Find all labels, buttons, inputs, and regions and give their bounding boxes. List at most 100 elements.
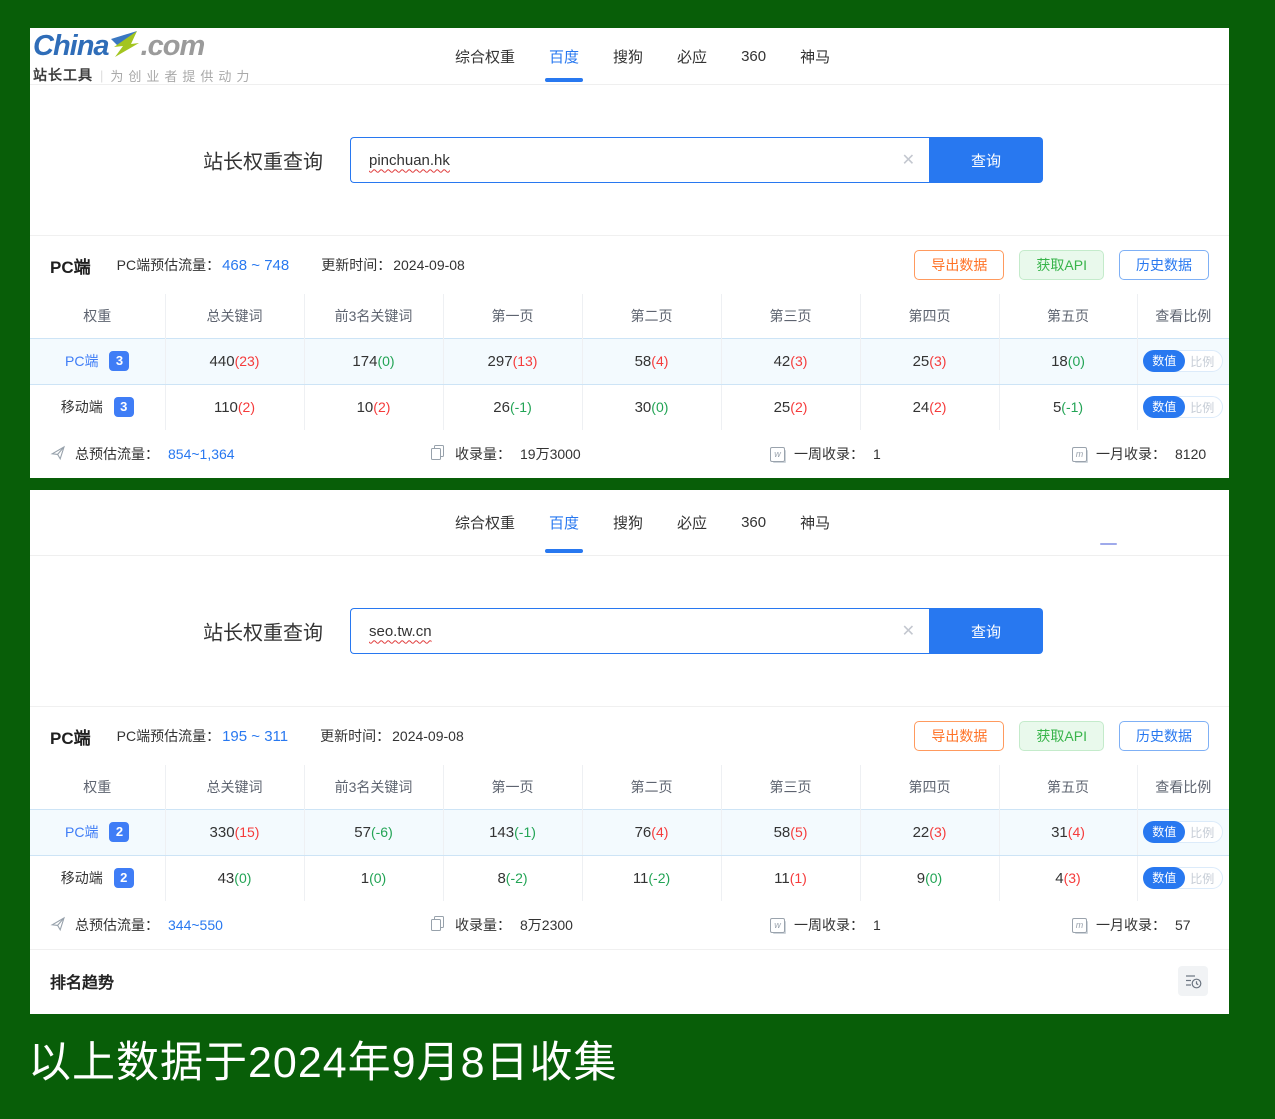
tab-360[interactable]: 360: [741, 28, 766, 84]
tab-sogou[interactable]: 搜狗: [613, 490, 643, 555]
stat-label: 收录量：: [455, 915, 511, 935]
stat-value: 8万2300: [520, 915, 573, 935]
query-button[interactable]: 查询: [929, 608, 1043, 654]
traffic-label: PC端预估流量：: [117, 726, 220, 746]
traffic-label: PC端预估流量：: [117, 255, 220, 275]
query-button[interactable]: 查询: [929, 137, 1043, 183]
pc-section-header: PC端 PC端预估流量： 468 ~ 748 更新时间： 2024-09-08 …: [30, 236, 1229, 294]
table-header-row: 权重 总关键词 前3名关键词 第一页 第二页 第三页 第四页 第五页 查看比例: [30, 294, 1229, 338]
export-data-button[interactable]: 导出数据: [914, 721, 1004, 751]
domain-input[interactable]: pinchuan.hk ✕: [350, 137, 929, 183]
tab-360[interactable]: 360: [741, 490, 766, 555]
export-data-button[interactable]: 导出数据: [914, 250, 1004, 280]
cell-delta: (0): [369, 870, 386, 886]
brand-bar: China.com 站长工具 | 为创业者提供动力 综合权重 百度 搜狗 必应 …: [30, 28, 1229, 85]
tab-baidu[interactable]: 百度: [549, 490, 579, 555]
stat-value[interactable]: 344~550: [168, 917, 223, 933]
row-label-mobile[interactable]: 移动端: [61, 868, 103, 888]
col-page1: 第一页: [443, 294, 582, 338]
search-section: 站长权重查询 pinchuan.hk ✕ 查询: [30, 85, 1229, 235]
get-api-button[interactable]: 获取API: [1019, 721, 1104, 751]
col-weight: 权重: [30, 294, 165, 338]
chinaz-logo[interactable]: China.com 站长工具 | 为创业者提供动力: [33, 30, 254, 85]
search-input-group: seo.tw.cn ✕ 查询: [350, 608, 1043, 654]
rank-trend-title: 排名趋势: [50, 969, 114, 993]
traffic-value[interactable]: 468 ~ 748: [222, 257, 289, 274]
cell-value: 26: [493, 399, 510, 416]
tab-shenma[interactable]: 神马: [800, 490, 830, 555]
cell-value: 143: [489, 824, 514, 841]
col-top3-keywords: 前3名关键词: [304, 765, 443, 809]
toggle-ratio-option[interactable]: 比例: [1185, 870, 1222, 887]
stat-week-indexed: w一周收录：1: [770, 915, 881, 935]
tab-composite-weight[interactable]: 综合权重: [455, 28, 515, 84]
value-ratio-toggle[interactable]: 数值比例: [1143, 867, 1223, 889]
cell-delta: (2): [373, 399, 390, 415]
traffic-value[interactable]: 195 ~ 311: [222, 728, 288, 745]
cursor-caret-artifact: [1100, 543, 1117, 545]
section-title: PC端: [50, 724, 91, 749]
tab-shenma[interactable]: 神马: [800, 28, 830, 84]
cell-delta: (-2): [506, 870, 528, 886]
row-label-mobile[interactable]: 移动端: [61, 397, 103, 417]
tab-composite-weight[interactable]: 综合权重: [455, 490, 515, 555]
cell-value: 440: [210, 353, 235, 370]
tagline-slogan: 为创业者提供动力: [110, 66, 254, 85]
toggle-value-option[interactable]: 数值: [1143, 821, 1185, 843]
toggle-value-option[interactable]: 数值: [1143, 350, 1185, 372]
cell-value: 4: [1055, 870, 1063, 887]
cell-value: 110: [214, 399, 238, 416]
value-ratio-toggle[interactable]: 数值比例: [1143, 821, 1223, 843]
col-page1: 第一页: [443, 765, 582, 809]
tab-sogou[interactable]: 搜狗: [613, 28, 643, 84]
stat-value: 1: [873, 446, 881, 462]
logo-z-icon: [110, 30, 140, 64]
col-weight: 权重: [30, 765, 165, 809]
history-filter-icon[interactable]: [1178, 966, 1208, 996]
cell-delta: (15): [235, 824, 260, 840]
history-data-button[interactable]: 历史数据: [1119, 250, 1209, 280]
cell-value: 10: [357, 399, 374, 416]
col-page3: 第三页: [721, 765, 860, 809]
stat-value: 1: [873, 917, 881, 933]
weight-badge: 2: [109, 822, 129, 842]
cell-value: 43: [218, 870, 235, 887]
cell-value: 25: [774, 399, 791, 416]
stat-label: 一周收录：: [794, 915, 864, 935]
cell-delta: (0): [925, 870, 942, 886]
cell-value: 30: [635, 399, 652, 416]
tab-bing[interactable]: 必应: [677, 28, 707, 84]
toggle-ratio-option[interactable]: 比例: [1185, 353, 1222, 370]
cell-delta: (-1): [510, 399, 532, 415]
stat-indexed: 收录量： 8万2300: [430, 915, 573, 935]
row-label-pc[interactable]: PC端: [65, 822, 98, 842]
value-ratio-toggle[interactable]: 数值比例: [1143, 350, 1223, 372]
search-input-group: pinchuan.hk ✕ 查询: [350, 137, 1043, 183]
col-view-ratio: 查看比例: [1137, 765, 1229, 809]
estimated-traffic: PC端预估流量： 195 ~ 311: [117, 726, 289, 746]
col-page2: 第二页: [582, 765, 721, 809]
cell-value: 1: [361, 870, 369, 887]
col-top3-keywords: 前3名关键词: [304, 294, 443, 338]
stat-value[interactable]: 854~1,364: [168, 446, 235, 462]
estimated-traffic: PC端预估流量： 468 ~ 748: [117, 255, 290, 275]
cell-value: 58: [774, 824, 791, 841]
clear-input-icon[interactable]: ✕: [902, 621, 915, 641]
clear-input-icon[interactable]: ✕: [902, 150, 915, 170]
get-api-button[interactable]: 获取API: [1019, 250, 1104, 280]
tab-bing[interactable]: 必应: [677, 490, 707, 555]
row-label-pc[interactable]: PC端: [65, 351, 98, 371]
toggle-value-option[interactable]: 数值: [1143, 396, 1185, 418]
value-ratio-toggle[interactable]: 数值比例: [1143, 396, 1223, 418]
section-actions: 导出数据 获取API 历史数据: [914, 250, 1209, 280]
cell-value: 31: [1051, 824, 1068, 841]
toggle-value-option[interactable]: 数值: [1143, 867, 1185, 889]
domain-input[interactable]: seo.tw.cn ✕: [350, 608, 929, 654]
tab-baidu[interactable]: 百度: [549, 28, 579, 84]
page-canvas: China.com 站长工具 | 为创业者提供动力 综合权重 百度 搜狗 必应 …: [0, 0, 1275, 1119]
history-data-button[interactable]: 历史数据: [1119, 721, 1209, 751]
logo-com-text: .com: [141, 30, 205, 62]
toggle-ratio-option[interactable]: 比例: [1185, 824, 1222, 841]
cell-delta: (13): [513, 353, 538, 369]
toggle-ratio-option[interactable]: 比例: [1185, 399, 1222, 416]
